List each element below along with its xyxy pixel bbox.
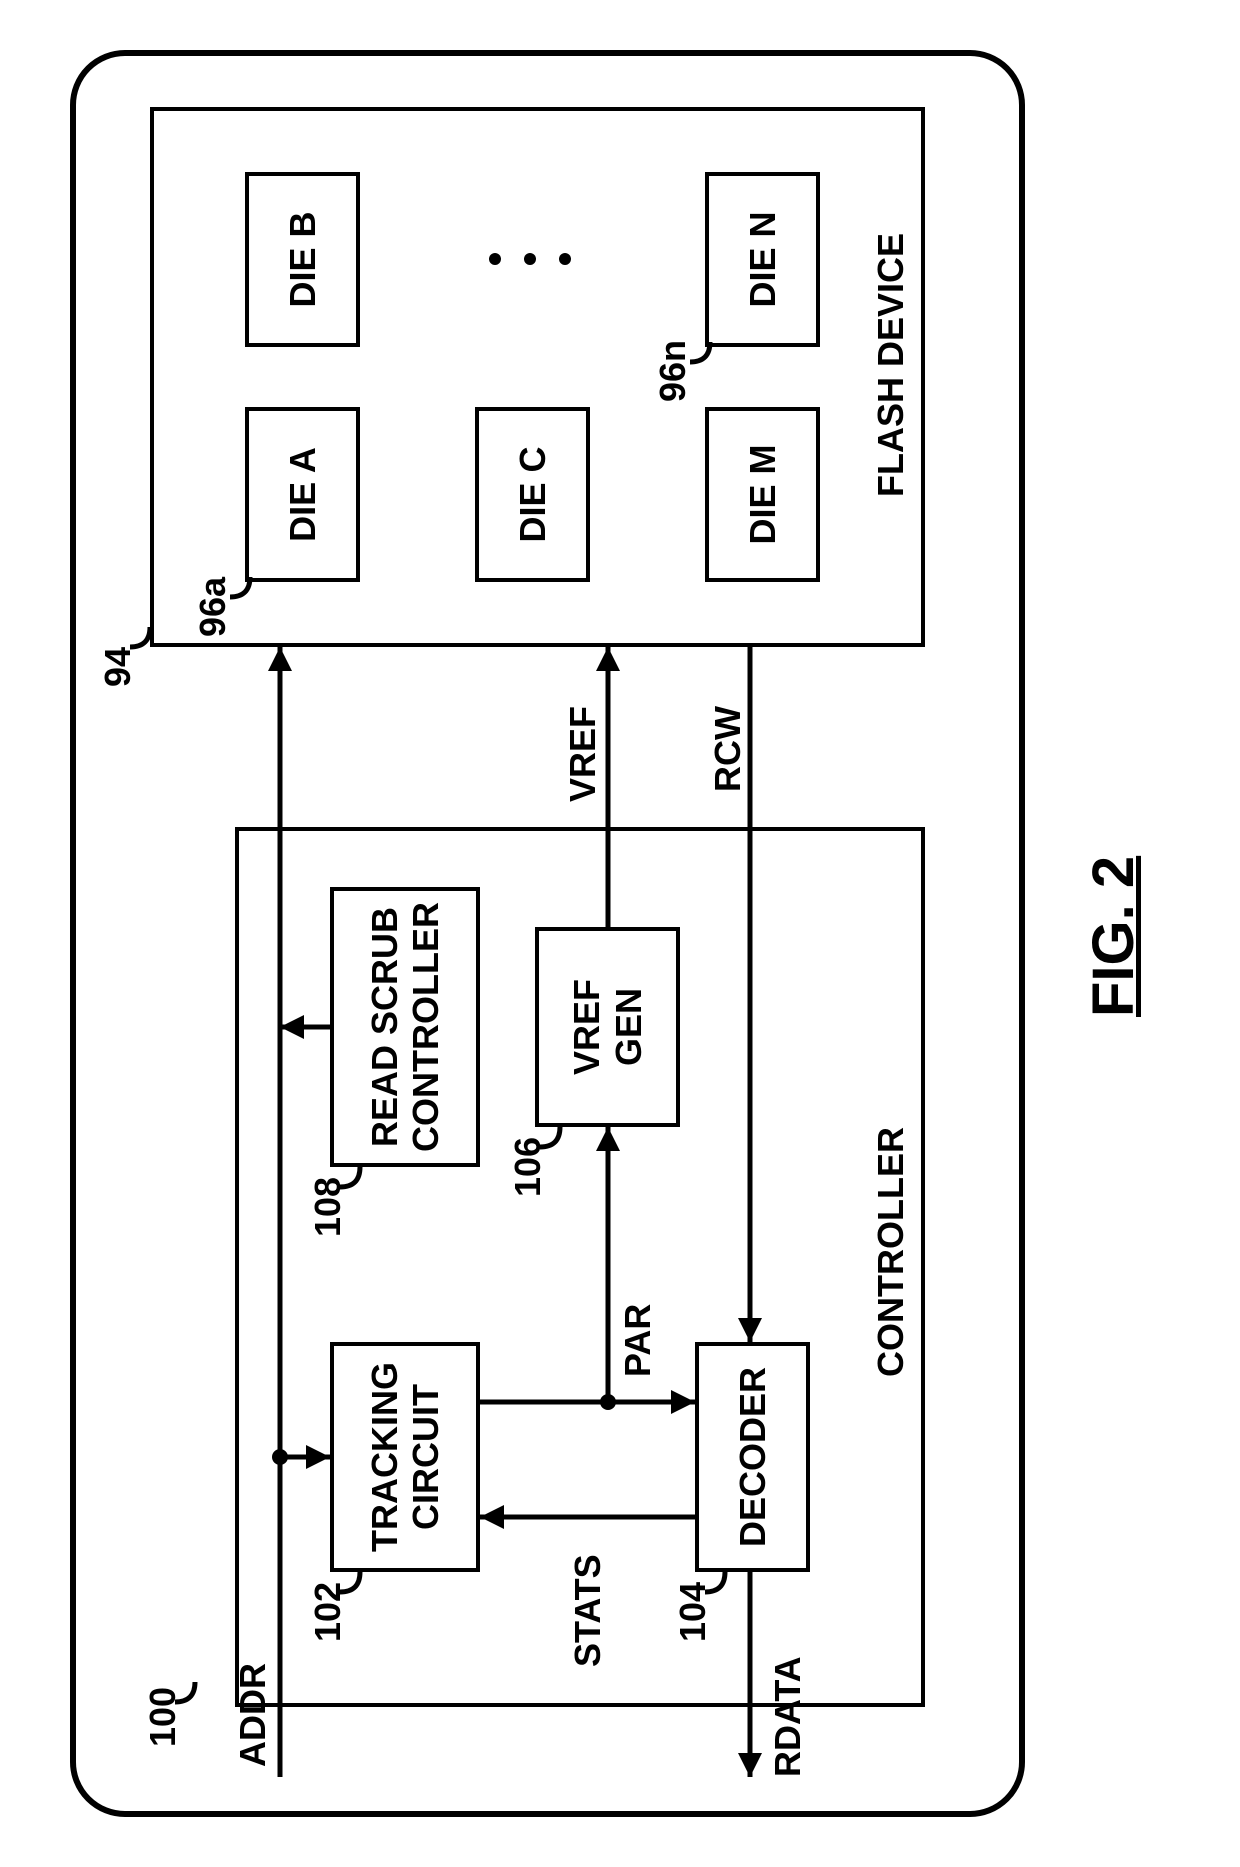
- die-n-ref: 96n: [652, 340, 693, 402]
- signal-rdata: RDATA: [767, 1656, 808, 1777]
- tracking-ref: 102: [307, 1582, 348, 1642]
- signal-addr: ADDR: [232, 1663, 273, 1767]
- signal-rcw: RCW: [707, 706, 748, 792]
- readscrub-ref: 108: [307, 1177, 348, 1237]
- ellipsis-icon: [489, 253, 571, 265]
- controller-ref: 100: [142, 1687, 183, 1747]
- wires: ADDR PAR STATS VREF: [0, 0, 1240, 1867]
- signal-par: PAR: [617, 1304, 658, 1377]
- diagram-canvas: CONTROLLER TRACKING CIRCUIT READ SCRUB C…: [0, 0, 1240, 1867]
- flash-ref: 94: [97, 647, 138, 687]
- decoder-ref: 104: [672, 1582, 713, 1642]
- signal-vref: VREF: [562, 706, 603, 802]
- vrefgen-ref: 106: [507, 1137, 548, 1197]
- die-a-ref: 96a: [192, 576, 233, 637]
- signal-stats: STATS: [567, 1554, 608, 1667]
